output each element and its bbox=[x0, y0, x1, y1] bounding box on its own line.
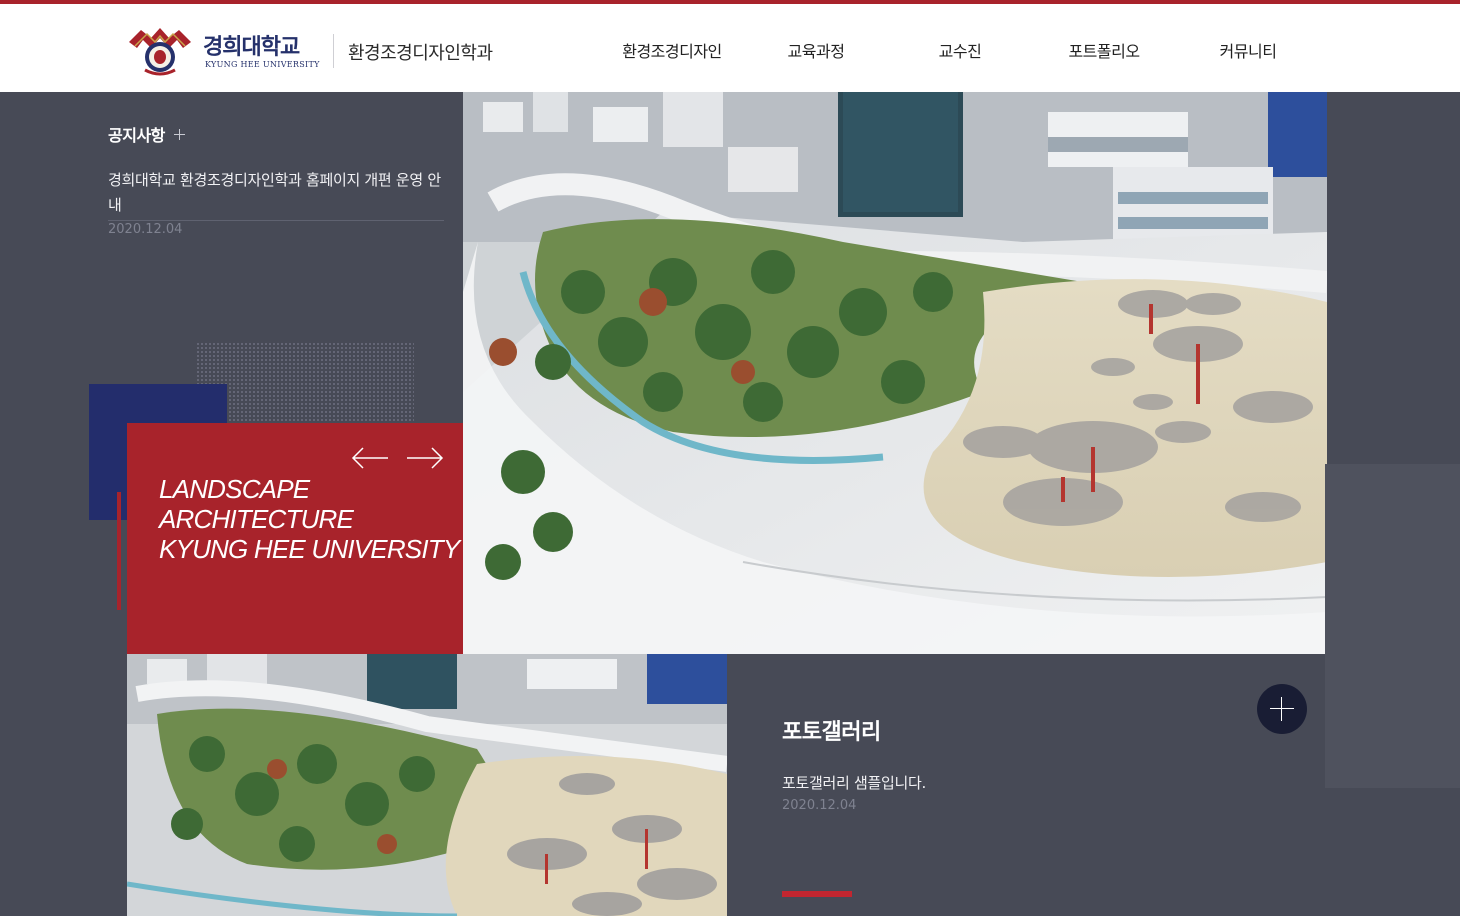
photo-gallery-section: 포토갤러리 포토갤러리 샘플입니다. 2020.12.04 bbox=[727, 654, 1325, 916]
logo-divider bbox=[333, 34, 334, 68]
arrow-right-icon[interactable] bbox=[406, 445, 444, 471]
slogan-box: LANDSCAPE ARCHITECTURE KYUNG HEE UNIVERS… bbox=[127, 423, 463, 654]
nav-item-faculty[interactable]: 교수진 bbox=[888, 38, 1032, 64]
notice-section: 공지사항 경희대학교 환경조경디자인학과 홈페이지 개편 운영 안내 2020.… bbox=[108, 92, 444, 242]
slogan-line: KYUNG HEE UNIVERSITY bbox=[159, 534, 460, 564]
nav-item-landscape-design[interactable]: 환경조경디자인 bbox=[600, 38, 744, 64]
slogan-line: ARCHITECTURE bbox=[159, 504, 354, 534]
plus-icon[interactable] bbox=[173, 128, 185, 140]
gallery-item-caption[interactable]: 포토갤러리 샘플입니다. bbox=[782, 772, 926, 793]
nav-item-portfolio[interactable]: 포트폴리오 bbox=[1032, 38, 1176, 64]
arrow-left-icon[interactable] bbox=[351, 445, 389, 471]
hero-image bbox=[463, 92, 1327, 654]
gallery-thumbnail[interactable] bbox=[127, 654, 727, 916]
kyunghee-emblem-icon bbox=[129, 28, 191, 76]
notice-item-date: 2020.12.04 bbox=[108, 222, 183, 237]
university-name-ko: 경희대학교 bbox=[203, 35, 300, 60]
hero-slogan: LANDSCAPE ARCHITECTURE KYUNG HEE UNIVERS… bbox=[159, 474, 460, 564]
gallery-image bbox=[127, 654, 727, 916]
notice-item-title[interactable]: 경희대학교 환경조경디자인학과 홈페이지 개편 운영 안내 bbox=[108, 168, 444, 221]
nav-item-curriculum[interactable]: 교육과정 bbox=[744, 38, 888, 64]
university-logo[interactable]: 경희대학교 KYUNG HEE UNIVERSITY bbox=[127, 26, 323, 78]
gallery-item-date: 2020.12.04 bbox=[782, 798, 857, 813]
gallery-title: 포토갤러리 bbox=[782, 720, 881, 745]
main-navigation: 환경조경디자인 교육과정 교수진 포트폴리오 커뮤니티 bbox=[600, 38, 1320, 64]
notice-title: 공지사항 bbox=[108, 126, 165, 145]
slogan-line: LANDSCAPE bbox=[159, 474, 310, 504]
department-name[interactable]: 환경조경디자인학과 bbox=[348, 39, 493, 65]
side-panel-decoration bbox=[1325, 464, 1460, 788]
university-name-en: KYUNG HEE UNIVERSITY bbox=[205, 60, 320, 69]
gallery-accent-bar bbox=[782, 891, 852, 897]
plus-icon[interactable] bbox=[1257, 684, 1307, 734]
notice-header[interactable]: 공지사항 bbox=[108, 122, 185, 146]
site-header: 경희대학교 KYUNG HEE UNIVERSITY 환경조경디자인학과 환경조… bbox=[0, 0, 1460, 92]
landscape-rendering-image bbox=[463, 92, 1327, 654]
nav-item-community[interactable]: 커뮤니티 bbox=[1176, 38, 1320, 64]
red-accent-line bbox=[117, 492, 121, 610]
